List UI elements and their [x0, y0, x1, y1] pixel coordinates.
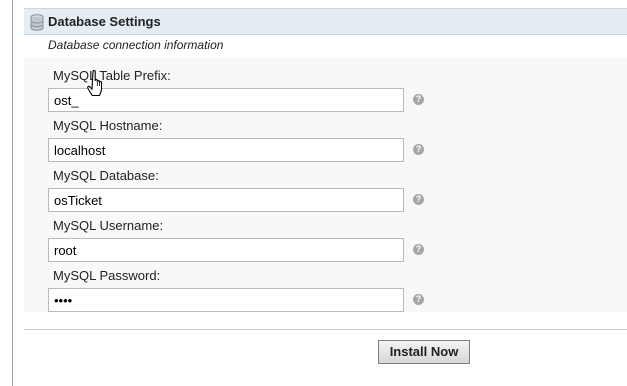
- install-now-button[interactable]: Install Now: [378, 340, 470, 364]
- database-input[interactable]: [48, 188, 404, 212]
- help-icon[interactable]: ?: [413, 194, 424, 205]
- username-input[interactable]: [48, 238, 404, 262]
- username-label: MySQL Username:: [53, 218, 164, 233]
- help-icon[interactable]: ?: [413, 244, 424, 255]
- section-header: Database Settings: [24, 8, 627, 35]
- table-prefix-label: MySQL Table Prefix:: [53, 68, 171, 83]
- section-description: Database connection information: [48, 38, 224, 52]
- password-input[interactable]: [48, 288, 404, 312]
- help-icon[interactable]: ?: [413, 94, 424, 105]
- page-border: [12, 0, 13, 386]
- hostname-label: MySQL Hostname:: [53, 118, 163, 133]
- help-icon[interactable]: ?: [413, 294, 424, 305]
- password-label: MySQL Password:: [53, 268, 161, 283]
- divider: [24, 329, 627, 330]
- hand-pointer-icon: [87, 69, 103, 97]
- hostname-input[interactable]: [48, 138, 404, 162]
- database-label: MySQL Database:: [53, 168, 159, 183]
- database-icon: [30, 14, 44, 31]
- section-title: Database Settings: [48, 14, 161, 29]
- help-icon[interactable]: ?: [413, 144, 424, 155]
